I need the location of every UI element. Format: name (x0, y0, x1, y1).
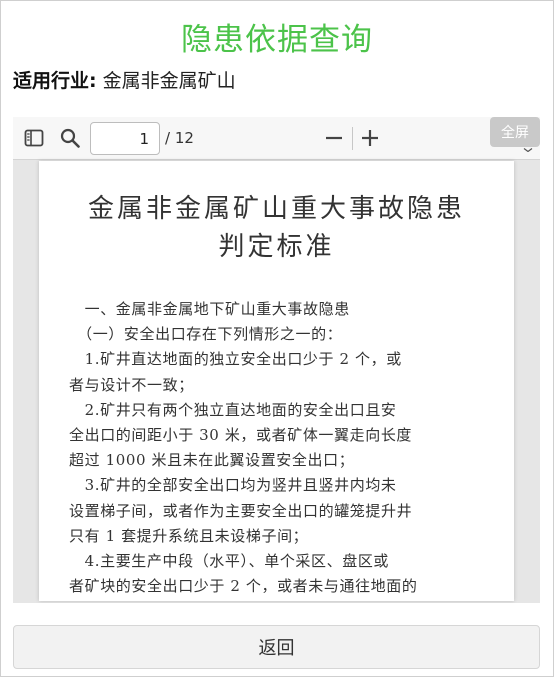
document-line: 者矿块的安全出口少于 2 个，或者未与通往地面的 (69, 577, 418, 596)
search-button[interactable] (57, 125, 83, 151)
document-line: 超过 1000 米且未在此翼设置安全出口； (69, 451, 355, 470)
document-page: 金属非金属矿山重大事故隐患 判定标准 一、金属非金属地下矿山重大事故隐患 （一）… (39, 161, 514, 601)
document-line: 者与设计不一致； (69, 375, 194, 394)
document-line: 3.矿井的全部安全出口均为竖井且竖井内均未 (69, 476, 397, 495)
pdf-viewer: / 12 全屏 金属非金属矿山重大事故隐患 判定标准 一、金属非金属地下矿山重大… (13, 117, 540, 603)
zoom-divider (352, 127, 353, 150)
document-line: 2.矿井只有两个独立直达地面的安全出口且安 (69, 400, 397, 419)
back-button[interactable]: 返回 (13, 625, 540, 669)
industry-label: 适用行业: (13, 70, 97, 92)
more-chevron-icon[interactable] (523, 148, 533, 152)
fullscreen-button[interactable]: 全屏 (490, 117, 540, 147)
document-line: 1.矿井直达地面的独立安全出口少于 2 个，或 (69, 350, 402, 369)
zoom-out-button[interactable] (321, 125, 347, 151)
industry-value: 金属非金属矿山 (102, 70, 236, 92)
document-line: （一）安全出口存在下列情形之一的： (69, 325, 343, 344)
pdf-toolbar: / 12 全屏 (13, 117, 540, 160)
document-line: 设置梯子间，或者作为主要安全出口的罐笼提升井 (69, 501, 413, 520)
sidebar-toggle-button[interactable] (21, 125, 47, 151)
document-line: 4.主要生产中段（水平）、单个采区、盘区或 (69, 552, 390, 570)
industry-row: 适用行业: 金属非金属矿山 (13, 68, 236, 94)
document-title-line-2: 判定标准 (218, 232, 335, 262)
page-total: / 12 (165, 129, 194, 147)
document-line: 只有 1 套提升系统且未设梯子间； (69, 526, 309, 545)
document-title-line-1: 金属非金属矿山重大事故隐患 (87, 194, 465, 224)
plus-icon (362, 130, 378, 146)
sidebar-toggle-icon (24, 129, 44, 147)
page-title: 隐患依据查询 (181, 22, 373, 58)
zoom-in-button[interactable] (357, 125, 383, 151)
page-number-input[interactable] (90, 122, 160, 155)
document-line: 一、金属非金属地下矿山重大事故隐患 (69, 300, 350, 318)
search-icon (60, 128, 80, 148)
document-line: 全出口的间距小于 30 米，或者矿体一翼走向长度 (69, 426, 413, 444)
viewer-bottom-gap (13, 603, 540, 613)
minus-icon (326, 136, 342, 140)
